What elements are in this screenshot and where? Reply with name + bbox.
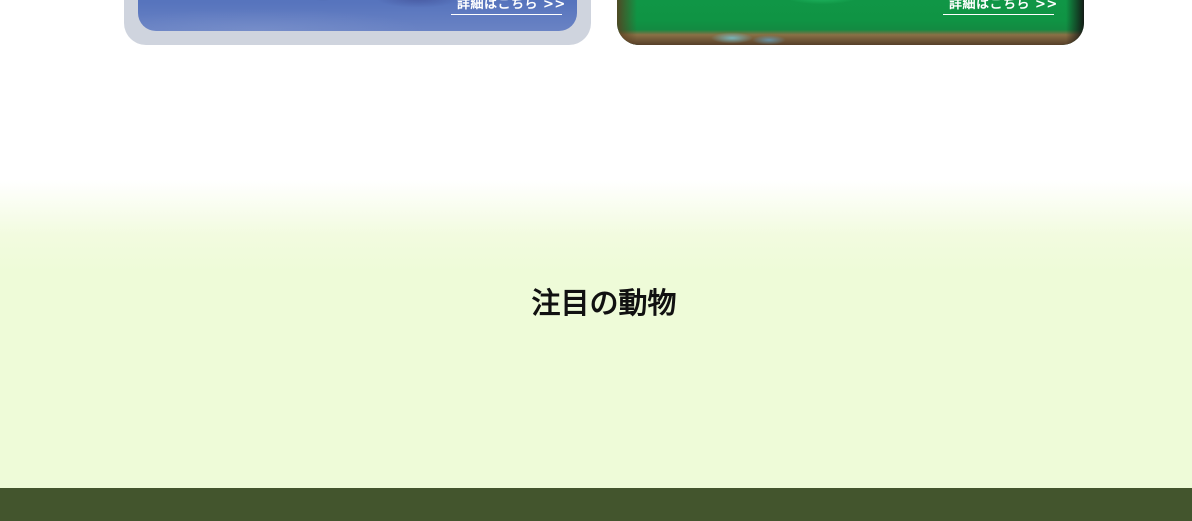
details-link[interactable]: 詳細はこちら >> xyxy=(943,0,1057,15)
photo-edge-shade xyxy=(1066,0,1084,45)
section-heading: 注目の動物 xyxy=(531,286,677,320)
featured-animals-section: 注目の動物 xyxy=(0,180,1192,488)
event-card-green[interactable]: 詳細はこちら >> xyxy=(617,0,1084,45)
details-link[interactable]: 詳細はこちら >> xyxy=(451,0,565,15)
event-card-blue-image: 詳細はこちら >> xyxy=(138,0,577,31)
event-card-blue[interactable]: 詳細はこちら >> xyxy=(124,0,591,45)
photo-edge-shade xyxy=(617,0,637,45)
footer-bar xyxy=(0,488,1192,521)
event-card-green-image: 詳細はこちら >> xyxy=(617,0,1084,45)
